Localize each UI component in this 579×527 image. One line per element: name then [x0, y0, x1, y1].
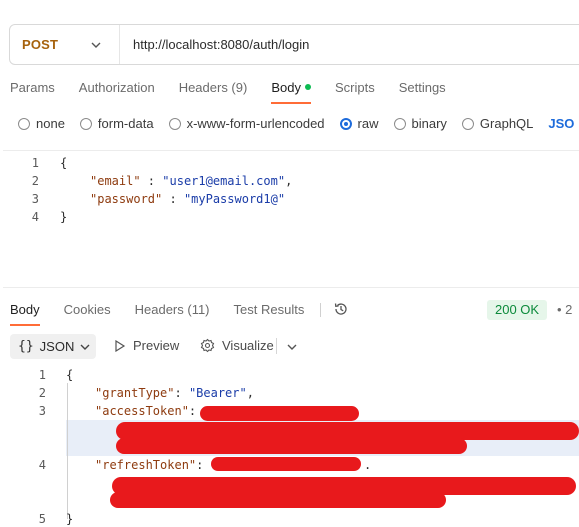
- url-input[interactable]: http://localhost:8080/auth/login: [133, 37, 309, 52]
- format-label: JSON: [39, 339, 75, 354]
- radio-circle-icon: [393, 117, 406, 130]
- raw-format-selector[interactable]: JSO: [548, 116, 574, 131]
- radio-binary[interactable]: binary: [393, 116, 447, 131]
- radio-urlencoded[interactable]: x-www-form-urlencoded: [168, 116, 325, 131]
- radio-selected-icon: [339, 117, 352, 130]
- history-icon[interactable]: [333, 301, 349, 317]
- radio-raw[interactable]: raw: [339, 116, 379, 131]
- radio-form-data[interactable]: form-data: [79, 116, 154, 131]
- json-key: "password": [90, 192, 163, 206]
- code-line: "grantType": "Bearer",: [95, 384, 254, 402]
- chevron-down-icon: [80, 344, 90, 350]
- json-key: "refreshToken": [95, 458, 197, 472]
- radio-circle-icon: [79, 117, 92, 130]
- json-separator: :: [140, 174, 163, 188]
- response-body-viewer[interactable]: 1 { 2 "grantType": "Bearer", 3 "accessTo…: [0, 365, 579, 527]
- radio-graphql-label: GraphQL: [479, 116, 534, 131]
- chevron-down-icon[interactable]: [287, 342, 297, 352]
- status-badge[interactable]: 200 OK: [487, 300, 548, 320]
- radio-circle-icon: [461, 117, 474, 130]
- radio-form-data-label: form-data: [97, 116, 154, 131]
- divider: [320, 303, 322, 317]
- json-value: "myPassword1@": [183, 192, 286, 206]
- braces-icon: {}: [18, 339, 34, 354]
- tab-settings[interactable]: Settings: [399, 80, 446, 95]
- visualize-icon: [200, 338, 215, 353]
- divider: [276, 338, 277, 354]
- response-tabs: Body Cookies Headers (11) Test Results: [10, 301, 349, 326]
- code-line: "accessToken":: [95, 402, 203, 420]
- request-body-editor[interactable]: 1 { 2 "email" : "user1@email.com", 3 "pa…: [3, 150, 579, 288]
- format-selector[interactable]: {} JSON: [10, 334, 96, 359]
- visualize-button[interactable]: Visualize: [200, 338, 274, 353]
- body-type-radios: none form-data x-www-form-urlencoded raw…: [18, 116, 574, 131]
- tab-body-label: Body: [271, 80, 301, 95]
- redaction-mark: [200, 406, 359, 421]
- response-meta: • 2: [557, 302, 573, 317]
- code-line: {: [60, 156, 68, 170]
- code-line: {: [66, 368, 74, 382]
- body-indicator-dot: [304, 84, 311, 90]
- json-value: "user1@email.com": [162, 174, 286, 188]
- json-comma: ,: [285, 174, 293, 188]
- request-tabs: Params Authorization Headers (9) Body Sc…: [10, 80, 470, 104]
- code-line: }: [66, 512, 74, 526]
- line-number: 3: [38, 404, 46, 418]
- tab-authorization[interactable]: Authorization: [79, 80, 155, 95]
- json-value: "Bearer": [188, 386, 247, 400]
- redaction-mark: [110, 492, 446, 508]
- play-icon: [115, 339, 126, 352]
- tab-response-headers[interactable]: Headers (11): [135, 302, 210, 317]
- tab-scripts[interactable]: Scripts: [335, 80, 375, 95]
- json-comma: ,: [246, 386, 254, 400]
- line-number: 5: [38, 512, 46, 526]
- code-line: "password" : "myPassword1@": [90, 190, 285, 208]
- code-line: "email" : "user1@email.com",: [90, 172, 292, 190]
- radio-none-label: none: [36, 116, 65, 131]
- json-key: "grantType": [95, 386, 175, 400]
- trailing-char: .: [364, 458, 372, 472]
- code-line: "refreshToken":: [95, 456, 211, 474]
- radio-graphql[interactable]: GraphQL: [461, 116, 534, 131]
- line-number: 2: [31, 174, 39, 188]
- radio-raw-label: raw: [357, 116, 379, 131]
- radio-circle-icon: [18, 117, 30, 130]
- radio-binary-label: binary: [411, 116, 447, 131]
- chevron-down-icon: [91, 42, 101, 48]
- json-separator: :: [162, 192, 184, 206]
- method-selector[interactable]: POST: [10, 25, 120, 64]
- json-separator: :: [196, 458, 211, 472]
- url-bar: POST http://localhost:8080/auth/login: [9, 24, 579, 65]
- radio-circle-icon: [168, 117, 181, 130]
- code-line: }: [60, 210, 68, 224]
- json-key: "email": [90, 174, 141, 188]
- line-number: 4: [31, 210, 39, 224]
- radio-none[interactable]: none: [18, 116, 65, 131]
- line-number: 4: [38, 458, 46, 472]
- preview-button[interactable]: Preview: [114, 338, 179, 353]
- tab-headers[interactable]: Headers (9): [179, 80, 248, 95]
- method-label: POST: [22, 37, 59, 52]
- radio-urlencoded-label: x-www-form-urlencoded: [186, 116, 325, 131]
- line-number: 3: [31, 192, 39, 206]
- tab-response-body[interactable]: Body: [10, 302, 40, 326]
- json-separator: :: [174, 386, 189, 400]
- tab-test-results[interactable]: Test Results: [234, 302, 305, 317]
- json-key: "accessToken": [95, 404, 189, 418]
- indent-guide: [67, 383, 68, 519]
- redaction-mark: [116, 438, 467, 454]
- tab-body[interactable]: Body: [271, 80, 311, 104]
- tab-params[interactable]: Params: [10, 80, 55, 95]
- line-number: 2: [38, 386, 46, 400]
- line-number: 1: [31, 156, 39, 170]
- visualize-label: Visualize: [222, 338, 274, 353]
- redaction-mark: [211, 457, 361, 471]
- line-number: 1: [38, 368, 46, 382]
- tab-cookies[interactable]: Cookies: [64, 302, 111, 317]
- preview-label: Preview: [133, 338, 180, 353]
